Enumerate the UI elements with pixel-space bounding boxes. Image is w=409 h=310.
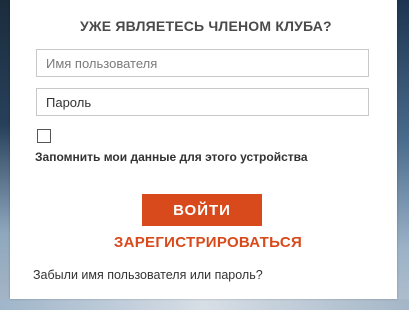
background-bottom-edge — [0, 299, 409, 310]
register-link[interactable]: ЗАРЕГИСТРИРОВАТЬСЯ — [78, 234, 338, 251]
username-input[interactable] — [36, 49, 369, 77]
forgot-credentials-link[interactable]: Забыли имя пользователя или пароль? — [33, 268, 363, 282]
login-button[interactable]: ВОЙТИ — [142, 194, 262, 226]
remember-me-checkbox[interactable] — [37, 129, 51, 143]
password-input[interactable] — [36, 88, 369, 116]
remember-me-label: Запомнить мои данные для этого устройств… — [35, 150, 308, 164]
login-panel: УЖЕ ЯВЛЯЕТЕСЬ ЧЛЕНОМ КЛУБА? Запомнить мо… — [10, 0, 397, 299]
login-title: УЖЕ ЯВЛЯЕТЕСЬ ЧЛЕНОМ КЛУБА? — [80, 18, 332, 34]
background-right-edge — [397, 0, 409, 310]
background-left-edge — [0, 0, 10, 310]
